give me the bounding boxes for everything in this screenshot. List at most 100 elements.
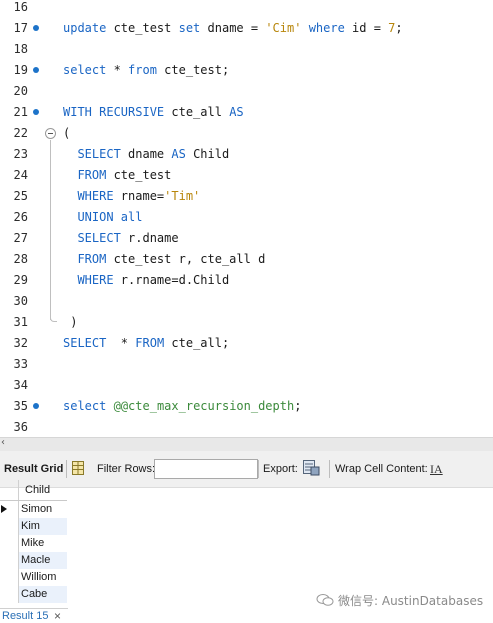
line-number: 20 <box>13 84 28 98</box>
toolbar-separator <box>258 460 259 478</box>
code-line[interactable]: 27 SELECT r.dname <box>0 228 493 249</box>
code-line[interactable]: 33 <box>0 354 493 375</box>
table-row[interactable]: Macle <box>0 552 67 569</box>
line-number: 30 <box>13 294 28 308</box>
code-token: cte_test r, cte_all d <box>106 252 266 266</box>
code-token: update <box>63 21 107 35</box>
code-token: ) <box>63 315 78 329</box>
table-cell[interactable]: Mike <box>21 537 44 549</box>
code-line[interactable]: 17 update cte_test set dname = 'Cim' wher… <box>0 18 493 39</box>
result-grid-label[interactable]: Result Grid <box>4 463 63 475</box>
code-line[interactable]: 18 <box>0 39 493 60</box>
line-number: 18 <box>13 42 28 56</box>
row-indicator[interactable] <box>0 552 19 569</box>
statement-marker-icon[interactable] <box>33 25 39 31</box>
code-token: SELECT <box>77 231 121 245</box>
table-cell[interactable]: Macle <box>21 554 50 566</box>
code-token: FROM <box>77 252 107 266</box>
line-number: 24 <box>13 168 28 182</box>
sql-editor[interactable]: 16 17 update cte_test set dname = 'Cim' wh… <box>0 0 493 437</box>
table-cell[interactable]: Williom <box>21 571 56 583</box>
statement-marker-icon[interactable] <box>33 403 39 409</box>
code-line[interactable]: 24 FROM cte_test <box>0 165 493 186</box>
line-number: 28 <box>13 252 28 266</box>
line-number: 19 <box>13 63 28 77</box>
code-text: ( <box>63 123 70 144</box>
wrap-cell-content-icon[interactable]: IA <box>430 462 443 477</box>
code-token: ; <box>294 399 302 413</box>
code-token: * <box>106 63 129 77</box>
code-text: select * from cte_test; <box>63 60 229 81</box>
code-token: id = <box>344 21 389 35</box>
row-indicator[interactable] <box>0 569 19 586</box>
table-row[interactable]: Kim <box>0 518 67 535</box>
line-number: 22 <box>13 126 28 140</box>
code-text: FROM cte_test <box>63 165 171 186</box>
result-toolbar: Result Grid Filter Rows: Export: Wrap Ce… <box>0 451 493 488</box>
code-text: UNION all <box>63 207 142 228</box>
row-indicator[interactable] <box>0 518 19 535</box>
code-token: dname = <box>200 21 266 35</box>
code-line[interactable]: 35 select @@cte_max_recursion_depth; <box>0 396 493 417</box>
wechat-icon <box>316 594 334 606</box>
code-line[interactable]: 29 WHERE r.rname=d.Child <box>0 270 493 291</box>
code-text: WITH RECURSIVE cte_all AS <box>63 102 244 123</box>
result-grid[interactable]: Child Simon Kim Mike Macle Williom Cabe <box>0 480 70 608</box>
line-number: 32 <box>13 336 28 350</box>
code-token: ( <box>63 126 71 140</box>
code-token: r.rname=d.Child <box>113 273 230 287</box>
code-line[interactable]: 19 select * from cte_test; <box>0 60 493 81</box>
code-line[interactable]: 22 ( <box>0 123 493 144</box>
close-tab-icon[interactable]: × <box>54 609 61 623</box>
table-row[interactable]: Cabe <box>0 586 67 603</box>
code-line[interactable]: 36 <box>0 417 493 437</box>
column-header-child[interactable]: Child <box>25 484 50 496</box>
line-number: 16 <box>13 0 28 14</box>
code-line[interactable]: 25 WHERE rname='Tim' <box>0 186 493 207</box>
line-number: 33 <box>13 357 28 371</box>
row-indicator[interactable] <box>0 586 19 603</box>
code-line[interactable]: 31 ) <box>0 312 493 333</box>
table-row[interactable]: Simon <box>0 501 67 518</box>
code-line[interactable]: 32 SELECT * FROM cte_all; <box>0 333 493 354</box>
export-label: Export: <box>263 463 298 475</box>
code-line[interactable]: 34 <box>0 375 493 396</box>
table-cell[interactable]: Simon <box>21 503 52 515</box>
table-row[interactable]: Mike <box>0 535 67 552</box>
code-line[interactable]: 20 <box>0 81 493 102</box>
result-tab[interactable]: Result 15 × <box>0 608 68 623</box>
code-line[interactable]: 23 SELECT dname AS Child <box>0 144 493 165</box>
row-indicator[interactable] <box>0 501 19 518</box>
code-line[interactable]: 16 <box>0 0 493 18</box>
table-cell[interactable]: Kim <box>21 520 40 532</box>
table-row[interactable]: Williom <box>0 569 67 586</box>
line-number: 29 <box>13 273 28 287</box>
result-grid-icon[interactable] <box>72 461 84 475</box>
scroll-left-icon[interactable]: ‹ <box>1 437 5 448</box>
result-tab-label[interactable]: Result 15 <box>2 610 48 622</box>
row-indicator[interactable] <box>0 535 19 552</box>
code-token: where <box>308 21 345 35</box>
code-token: FROM <box>77 168 107 182</box>
code-line[interactable]: 28 FROM cte_test r, cte_all d <box>0 249 493 270</box>
code-line[interactable]: 21 WITH RECURSIVE cte_all AS <box>0 102 493 123</box>
code-token: SELECT <box>77 147 121 161</box>
export-icon[interactable] <box>303 460 320 476</box>
code-text: FROM cte_test r, cte_all d <box>63 249 265 270</box>
statement-marker-icon[interactable] <box>33 67 39 73</box>
code-token: 'Cim' <box>265 21 302 35</box>
filter-rows-label: Filter Rows: <box>97 463 156 475</box>
table-cell[interactable]: Cabe <box>21 588 47 600</box>
editor-horizontal-scrollbar[interactable]: ‹ <box>0 437 493 451</box>
code-token: AS <box>229 105 244 119</box>
code-line[interactable]: 26 UNION all <box>0 207 493 228</box>
statement-marker-icon[interactable] <box>33 109 39 115</box>
code-line[interactable]: 30 <box>0 291 493 312</box>
row-indicator-header <box>0 480 19 500</box>
filter-rows-input[interactable] <box>154 459 258 479</box>
